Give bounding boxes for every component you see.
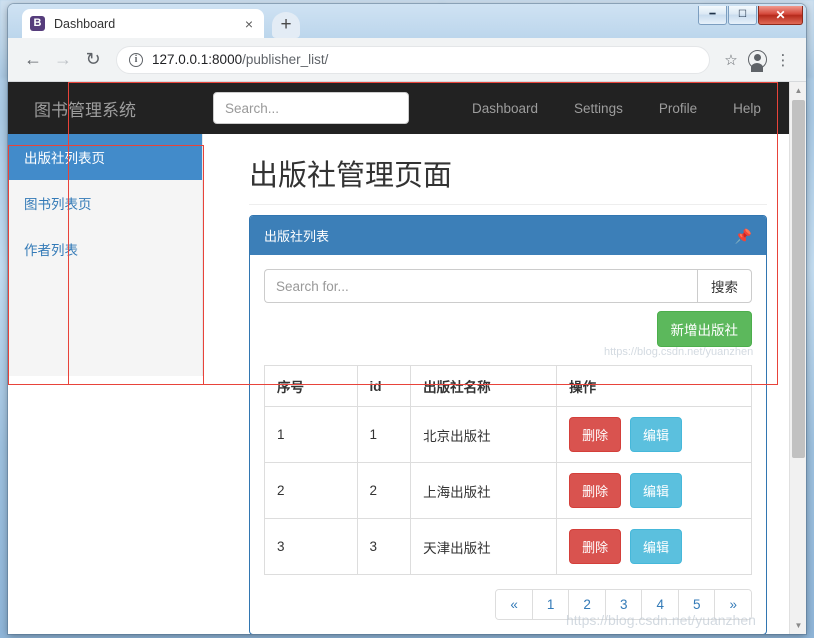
pagination-page-3[interactable]: 3 xyxy=(605,590,642,619)
search-button[interactable]: 搜索 xyxy=(697,269,752,303)
reload-icon[interactable]: ↻ xyxy=(78,49,108,70)
publisher-table: 序号 id 出版社名称 操作 1 1 北京出版社 删除 编辑 2 2 上海出版社… xyxy=(264,365,752,575)
browser-tabstrip: B Dashboard × + ━ ☐ ✕ xyxy=(8,4,806,38)
sidebar-item-publisher-list[interactable]: 出版社列表页 xyxy=(8,134,202,180)
edit-button[interactable]: 编辑 xyxy=(629,473,682,508)
cell-id: 3 xyxy=(356,518,412,575)
cell-actions: 删除 编辑 xyxy=(556,462,752,519)
cell-name: 天津出版社 xyxy=(410,518,558,575)
nav-link-settings[interactable]: Settings xyxy=(556,101,641,116)
add-row: 新增出版社 xyxy=(264,311,752,347)
nav-link-profile[interactable]: Profile xyxy=(641,101,715,116)
cell-id: 2 xyxy=(356,462,412,519)
column-header-name: 出版社名称 xyxy=(410,365,558,407)
column-header-actions: 操作 xyxy=(556,365,752,407)
url-path: /publisher_list/ xyxy=(242,52,329,67)
window-close-button[interactable]: ✕ xyxy=(758,6,803,25)
web-page: 图书管理系统 Search... Dashboard Settings Prof… xyxy=(8,82,789,634)
back-icon[interactable]: ← xyxy=(18,49,48,70)
browser-menu-icon[interactable]: ⋮ xyxy=(770,51,796,69)
column-header-seq: 序号 xyxy=(264,365,358,407)
url-host: 127.0.0.1:8000 xyxy=(152,52,243,67)
info-icon[interactable]: i xyxy=(129,52,143,67)
cell-name: 上海出版社 xyxy=(410,462,558,519)
navbar-search-placeholder: Search... xyxy=(225,100,280,116)
pagination-prev[interactable]: « xyxy=(496,590,532,619)
site-navbar: 图书管理系统 Search... Dashboard Settings Prof… xyxy=(8,82,789,134)
pagination-page-1[interactable]: 1 xyxy=(532,590,569,619)
cell-name: 北京出版社 xyxy=(410,406,558,463)
scrollbar-down-arrow-icon[interactable]: ▼ xyxy=(790,617,806,634)
maximize-button[interactable]: ☐ xyxy=(728,6,757,25)
table-row: 1 1 北京出版社 删除 编辑 xyxy=(264,406,752,463)
sidebar-item-author-list[interactable]: 作者列表 xyxy=(8,226,202,272)
table-row: 3 3 天津出版社 删除 编辑 xyxy=(264,518,752,575)
cell-seq: 1 xyxy=(264,406,358,463)
delete-button[interactable]: 删除 xyxy=(569,417,622,452)
pin-icon[interactable]: 📌 xyxy=(735,229,752,243)
sidebar: 出版社列表页 图书列表页 作者列表 xyxy=(8,134,203,376)
cell-seq: 2 xyxy=(264,462,358,519)
panel-body: Search for... 搜索 新增出版社 序号 id 出版社名称 操作 1 … xyxy=(250,255,766,634)
cell-actions: 删除 编辑 xyxy=(556,518,752,575)
new-tab-button[interactable]: + xyxy=(272,12,300,38)
browser-window: B Dashboard × + ━ ☐ ✕ ← → ↻ i 127.0.0.1:… xyxy=(8,4,806,634)
nav-link-help[interactable]: Help xyxy=(715,101,779,116)
table-row: 2 2 上海出版社 删除 编辑 xyxy=(264,462,752,519)
main-content: 出版社管理页面 出版社列表 📌 Search for... 搜索 新增出版社 序… xyxy=(203,134,789,634)
add-publisher-button[interactable]: 新增出版社 xyxy=(656,311,752,347)
search-row: Search for... 搜索 xyxy=(264,269,752,303)
column-header-id: id xyxy=(356,365,412,407)
tab-title: Dashboard xyxy=(54,16,116,31)
search-placeholder: Search for... xyxy=(276,278,349,294)
publisher-panel: 出版社列表 📌 Search for... 搜索 新增出版社 序号 id 出版社… xyxy=(249,215,767,634)
page-body: 出版社列表页 图书列表页 作者列表 出版社管理页面 出版社列表 📌 Search… xyxy=(8,134,789,634)
delete-button[interactable]: 删除 xyxy=(569,473,622,508)
close-icon[interactable]: × xyxy=(242,17,256,31)
cell-seq: 3 xyxy=(264,518,358,575)
profile-avatar-icon[interactable] xyxy=(744,50,770,72)
pagination-page-5[interactable]: 5 xyxy=(678,590,715,619)
navbar-search-input[interactable]: Search... xyxy=(213,92,409,124)
url-text: 127.0.0.1:8000/publisher_list/ xyxy=(152,52,328,67)
panel-header: 出版社列表 📌 xyxy=(250,216,766,255)
page-viewport: 图书管理系统 Search... Dashboard Settings Prof… xyxy=(8,82,806,634)
forward-icon[interactable]: → xyxy=(48,49,78,70)
bootstrap-favicon-icon: B xyxy=(30,16,45,31)
minimize-button[interactable]: ━ xyxy=(698,6,727,25)
nav-link-dashboard[interactable]: Dashboard xyxy=(454,101,556,116)
publisher-search-input[interactable]: Search for... xyxy=(264,269,697,303)
scrollbar-thumb[interactable] xyxy=(792,100,805,458)
pagination-page-2[interactable]: 2 xyxy=(569,590,605,619)
pagination-next[interactable]: » xyxy=(715,590,751,619)
window-controls: ━ ☐ ✕ xyxy=(697,6,803,25)
pagination-page-4[interactable]: 4 xyxy=(642,590,678,619)
delete-button[interactable]: 删除 xyxy=(569,529,622,564)
sidebar-item-book-list[interactable]: 图书列表页 xyxy=(8,180,202,226)
address-bar[interactable]: i 127.0.0.1:8000/publisher_list/ xyxy=(116,45,710,74)
cell-id: 1 xyxy=(356,406,412,463)
panel-heading-text: 出版社列表 xyxy=(264,229,330,244)
navbar-links: Dashboard Settings Profile Help xyxy=(454,101,779,116)
site-brand[interactable]: 图书管理系统 xyxy=(34,96,136,121)
cell-actions: 删除 编辑 xyxy=(556,406,752,463)
edit-button[interactable]: 编辑 xyxy=(629,529,682,564)
scrollbar-up-arrow-icon[interactable]: ▲ xyxy=(790,82,806,99)
pagination: « 1 2 3 4 5 » xyxy=(264,589,752,620)
page-scrollbar[interactable]: ▲ ▼ xyxy=(789,82,806,634)
edit-button[interactable]: 编辑 xyxy=(629,417,682,452)
browser-toolbar: ← → ↻ i 127.0.0.1:8000/publisher_list/ ☆… xyxy=(8,38,806,82)
table-header-row: 序号 id 出版社名称 操作 xyxy=(264,365,752,407)
browser-tab[interactable]: B Dashboard × xyxy=(22,9,264,38)
page-title: 出版社管理页面 xyxy=(249,152,767,205)
bookmark-star-icon[interactable]: ☆ xyxy=(718,51,744,69)
